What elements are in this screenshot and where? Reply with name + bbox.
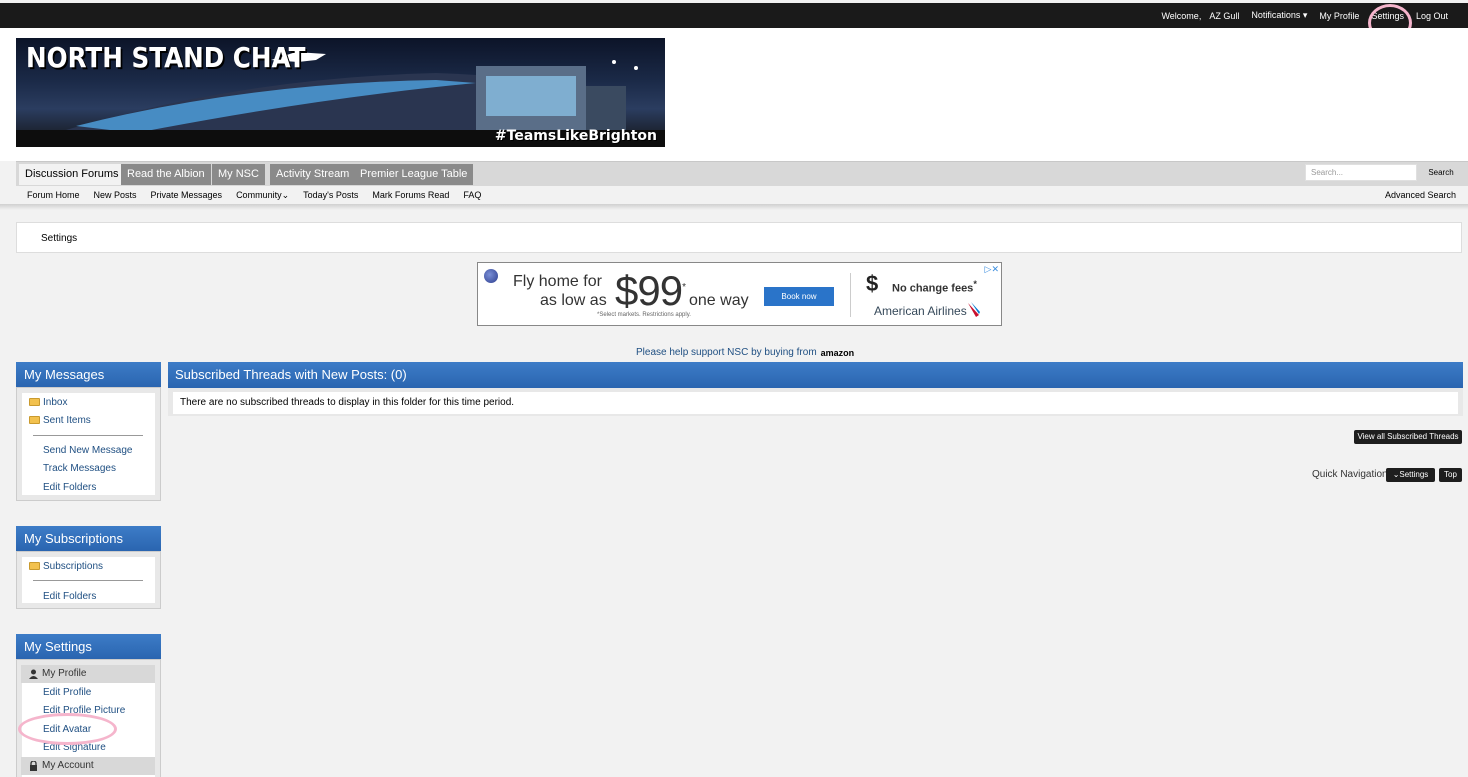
nav-shadow bbox=[0, 204, 1468, 210]
edit-profile-picture-link[interactable]: Edit Profile Picture bbox=[43, 705, 125, 716]
subnav-faq[interactable]: FAQ bbox=[463, 190, 481, 200]
tab-premier-league-table[interactable]: Premier League Table bbox=[354, 164, 474, 185]
subscribed-threads-header: Subscribed Threads with New Posts: (0) bbox=[168, 362, 1463, 388]
site-title: NORTH STAND CHAT bbox=[26, 41, 306, 74]
ad-line1: Fly home for bbox=[513, 273, 602, 290]
amazon-logo: amazon bbox=[820, 347, 855, 358]
tab-activity-stream[interactable]: Activity Stream bbox=[270, 164, 356, 185]
advertisement[interactable]: Fly home for as low as $99* one way *Sel… bbox=[477, 262, 1002, 326]
edit-profile-link[interactable]: Edit Profile bbox=[43, 687, 91, 698]
support-text: Please help support NSC by buying from bbox=[636, 347, 817, 358]
ad-line2: as low as bbox=[540, 292, 607, 309]
caret-down-icon: ▾ bbox=[1302, 10, 1308, 20]
ad-brand: American Airlines bbox=[874, 304, 967, 318]
site-banner[interactable]: NORTH STAND CHAT #TeamsLikeBrighton bbox=[16, 38, 665, 147]
inbox-link[interactable]: Inbox bbox=[43, 397, 67, 408]
folder-icon bbox=[29, 398, 40, 406]
quick-navigation-label: Quick Navigation bbox=[1312, 469, 1388, 480]
subscribed-threads-panel: There are no subscribed threads to displ… bbox=[168, 388, 1463, 416]
sub-nav: Forum Home New Posts Private Messages Co… bbox=[16, 186, 1468, 204]
subnav-community[interactable]: Community⌄ bbox=[236, 190, 289, 201]
my-messages-header: My Messages bbox=[16, 362, 161, 387]
username-link[interactable]: AZ Gull bbox=[1209, 11, 1239, 21]
logout-link[interactable]: Log Out bbox=[1416, 11, 1448, 21]
empty-message: There are no subscribed threads to displ… bbox=[173, 392, 1458, 414]
ad-book-button[interactable]: Book now bbox=[764, 287, 834, 306]
welcome-text: Welcome, AZ Gull bbox=[1161, 11, 1239, 21]
top-links: Welcome, AZ Gull Notifications ▾ My Prof… bbox=[1161, 3, 1448, 28]
top-bar: Welcome, AZ Gull Notifications ▾ My Prof… bbox=[0, 3, 1468, 28]
ad-price: $99* bbox=[615, 267, 686, 314]
subnav-todays-posts[interactable]: Today's Posts bbox=[303, 190, 358, 200]
search-input[interactable]: Search... bbox=[1305, 164, 1417, 181]
ad-no-fees: No change fees* bbox=[892, 279, 977, 295]
notifications-menu[interactable]: Notifications ▾ bbox=[1251, 10, 1307, 21]
no-dollar-icon: $ bbox=[866, 271, 879, 296]
my-profile-group: My Profile bbox=[21, 665, 155, 683]
welcome-label: Welcome, bbox=[1161, 10, 1202, 21]
adchoices-icon[interactable]: ▷✕ bbox=[985, 264, 999, 275]
breadcrumb-current: Settings bbox=[41, 233, 78, 244]
my-profile-link[interactable]: My Profile bbox=[1319, 11, 1359, 21]
search-button[interactable]: Search bbox=[1420, 164, 1462, 181]
subscriptions-link[interactable]: Subscriptions bbox=[43, 561, 103, 572]
folder-icon bbox=[29, 416, 40, 424]
edit-avatar-link[interactable]: Edit Avatar bbox=[43, 724, 91, 735]
chevron-down-icon: ⌄ bbox=[281, 189, 290, 200]
airline-logo-icon bbox=[484, 269, 498, 283]
site-hashtag: #TeamsLikeBrighton bbox=[494, 128, 657, 144]
subnav-private-messages[interactable]: Private Messages bbox=[151, 190, 223, 200]
edit-folders-link[interactable]: Edit Folders bbox=[43, 482, 96, 493]
edit-signature-link[interactable]: Edit Signature bbox=[43, 742, 106, 753]
ad-divider bbox=[850, 273, 851, 317]
top-button[interactable]: Top bbox=[1439, 468, 1462, 482]
folder-icon bbox=[29, 562, 40, 570]
user-icon bbox=[29, 669, 38, 679]
tab-read-the-albion[interactable]: Read the Albion bbox=[121, 164, 211, 185]
subnav-new-posts[interactable]: New Posts bbox=[94, 190, 137, 200]
support-banner[interactable]: Please help support NSC by buying from a… bbox=[636, 347, 854, 358]
separator bbox=[33, 580, 143, 581]
american-airlines-logo-icon bbox=[968, 302, 980, 317]
settings-link[interactable]: Settings bbox=[1371, 11, 1404, 21]
subnav-mark-forums-read[interactable]: Mark Forums Read bbox=[372, 190, 449, 200]
view-all-subscribed-button[interactable]: View all Subscribed Threads bbox=[1354, 430, 1462, 444]
lock-icon bbox=[30, 761, 37, 771]
my-settings-header: My Settings bbox=[16, 634, 161, 659]
subnav-forum-home[interactable]: Forum Home bbox=[27, 190, 80, 200]
separator bbox=[33, 435, 143, 436]
tab-my-nsc[interactable]: My NSC bbox=[212, 164, 265, 185]
breadcrumb: Settings bbox=[16, 222, 1462, 253]
ad-fine-print: *Select markets. Restrictions apply. bbox=[597, 312, 691, 318]
sent-items-link[interactable]: Sent Items bbox=[43, 415, 91, 426]
edit-subscription-folders-link[interactable]: Edit Folders bbox=[43, 591, 96, 602]
advanced-search-link[interactable]: Advanced Search bbox=[1385, 190, 1456, 200]
ad-oneway: one way bbox=[689, 292, 749, 309]
quick-navigation-select[interactable]: ⌄Settings bbox=[1386, 468, 1435, 482]
my-account-group: My Account bbox=[21, 757, 155, 775]
my-subscriptions-header: My Subscriptions bbox=[16, 526, 161, 551]
tab-discussion-forums[interactable]: Discussion Forums bbox=[19, 164, 125, 185]
send-new-message-link[interactable]: Send New Message bbox=[43, 445, 133, 456]
track-messages-link[interactable]: Track Messages bbox=[43, 463, 116, 474]
